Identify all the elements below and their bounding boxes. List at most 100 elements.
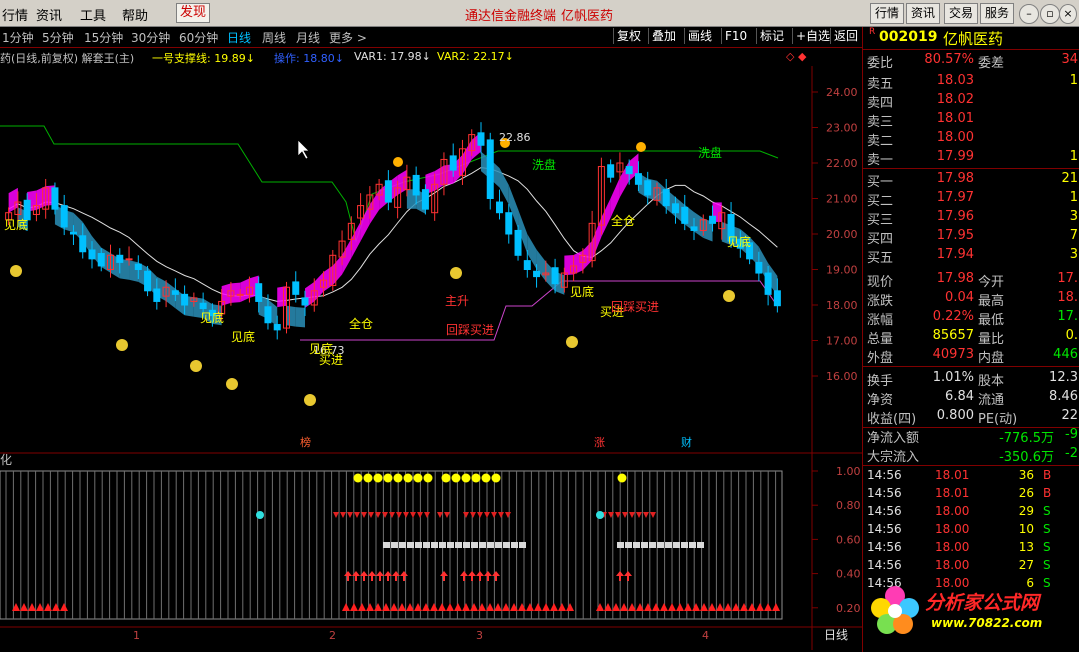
signal-block <box>503 542 510 548</box>
indicator-name: 药(日线,前复权) 解套王(主) <box>0 52 135 65</box>
order-book-row[interactable]: 卖三 18.01 <box>863 111 1079 130</box>
candle-body <box>449 155 457 171</box>
back-button[interactable]: 返回 <box>830 28 861 44</box>
flow-tail: -2 <box>1065 446 1078 461</box>
order-book-row[interactable]: 买三 17.96 3 <box>863 209 1079 228</box>
candle-body <box>236 293 244 296</box>
signal-block <box>487 542 494 548</box>
mark-cai[interactable]: 财 <box>681 435 692 449</box>
flow-tail: -9 <box>1065 427 1078 442</box>
signal-triangle <box>652 603 660 611</box>
candle-body <box>644 180 652 196</box>
signal-arrow <box>368 571 376 581</box>
top-service-button[interactable]: 服务 <box>980 3 1015 24</box>
f10-button[interactable]: F10 <box>721 28 750 44</box>
signal-dot <box>423 473 433 483</box>
signal-dot <box>373 473 383 483</box>
runner-icon <box>636 142 646 152</box>
tick-time: 14:56 <box>867 486 902 500</box>
top-quotes-button[interactable]: 行情 <box>870 3 905 24</box>
period-weekly[interactable]: 周线 <box>262 29 286 46</box>
trend-bands <box>8 132 778 328</box>
signal-block <box>665 542 672 548</box>
quote-label: 外盘 <box>867 351 894 366</box>
signal-heart <box>389 512 395 518</box>
mouse-cursor-icon <box>297 139 310 160</box>
order-book-row[interactable]: 卖五 18.03 1 <box>863 73 1079 92</box>
draw-line-button[interactable]: 画线 <box>684 28 715 44</box>
period-60min[interactable]: 60分钟 <box>179 29 218 46</box>
candle-body <box>496 201 504 214</box>
signal-triangle <box>60 603 68 611</box>
add-watchlist-button[interactable]: +自选 <box>792 28 833 44</box>
candle-body <box>607 164 615 178</box>
money-bag-icon <box>10 265 22 277</box>
mark-zhang[interactable]: 涨 <box>594 436 605 449</box>
signal-triangle <box>342 603 350 611</box>
period-monthly[interactable]: 月线 <box>296 29 320 46</box>
order-book-row[interactable]: 卖二 18.00 <box>863 130 1079 149</box>
period-more[interactable]: 更多 > <box>329 29 367 46</box>
order-volume: 3 <box>1069 247 1078 262</box>
menu-quotes[interactable]: 行情 <box>2 5 28 24</box>
adjust-button[interactable]: 复权 <box>613 28 644 44</box>
candle-body <box>551 267 559 285</box>
signal-block <box>391 542 398 548</box>
order-book-row[interactable]: 买二 17.97 1 <box>863 190 1079 209</box>
quote-label: 总量 <box>867 332 894 347</box>
band-segment <box>36 186 46 211</box>
order-book-row[interactable]: 买五 17.94 3 <box>863 247 1079 266</box>
mark-bang[interactable]: 榜 <box>300 435 311 449</box>
menu-help[interactable]: 帮助 <box>122 5 148 24</box>
menu-news[interactable]: 资讯 <box>36 5 62 24</box>
period-5min[interactable]: 5分钟 <box>42 29 74 46</box>
order-level-label: 卖四 <box>867 96 894 111</box>
order-book-row[interactable]: 买四 17.95 7 <box>863 228 1079 247</box>
menu-discover[interactable]: 发现 <box>176 3 211 23</box>
band-segment <box>230 282 241 303</box>
candle-body <box>292 281 300 295</box>
fund-flow-row: 大宗流入 -350.6万 -2 <box>863 446 1079 466</box>
signal-triangle <box>764 603 772 611</box>
tick-side: B <box>1043 468 1052 482</box>
period-bar: 1分钟 5分钟 15分钟 30分钟 60分钟 日线 周线 月线 更多 > 复权 … <box>0 27 862 48</box>
band-segment <box>166 281 176 309</box>
period-30min[interactable]: 30分钟 <box>131 29 170 46</box>
quote-row: 总量 85657 量比 0. <box>863 328 1079 347</box>
order-book-row[interactable]: 卖四 18.02 <box>863 92 1079 111</box>
signal-heart <box>333 512 339 518</box>
chart-settings-icon[interactable]: ◇ ◆ <box>786 50 806 63</box>
order-book-row[interactable]: 买一 17.98 21 <box>863 171 1079 190</box>
quote-value: 17.98 <box>936 271 974 286</box>
order-level-label: 卖二 <box>867 134 894 149</box>
candle-body <box>88 249 96 260</box>
signal-triangle <box>430 603 438 611</box>
period-15min[interactable]: 15分钟 <box>84 29 123 46</box>
period-daily[interactable]: 日线 <box>227 29 251 46</box>
top-trade-button[interactable]: 交易 <box>944 3 979 24</box>
kline-chart[interactable]: 24.0023.0022.0021.0020.0019.0018.0017.00… <box>0 66 862 652</box>
signal-block <box>673 542 680 548</box>
order-volume: 21 <box>1061 171 1078 186</box>
signal-dot <box>461 473 471 483</box>
top-news-button[interactable]: 资讯 <box>906 3 941 24</box>
period-1min[interactable]: 1分钟 <box>2 29 34 46</box>
signal-arrow <box>392 571 400 581</box>
order-price: 17.96 <box>936 209 974 224</box>
signal-arrow <box>492 571 500 581</box>
close-icon[interactable]: × <box>1059 4 1077 24</box>
signal-triangle <box>660 603 668 611</box>
signal-dot <box>363 473 373 483</box>
overlay-button[interactable]: 叠加 <box>648 28 679 44</box>
mark-button[interactable]: 标记 <box>756 28 787 44</box>
quote-label-2: 今开 <box>978 275 1005 290</box>
order-book-row[interactable]: 卖一 17.99 1 <box>863 149 1079 169</box>
minimize-icon[interactable]: – <box>1019 4 1039 24</box>
quote-label-2: PE(动) <box>978 412 1018 427</box>
menu-tools[interactable]: 工具 <box>80 5 106 24</box>
restore-icon[interactable]: ▫ <box>1040 4 1060 24</box>
sub-tick-label: 0.80 <box>836 499 861 512</box>
date-axis-period[interactable]: 日线 <box>824 628 848 642</box>
order-level-label: 买五 <box>867 251 894 266</box>
order-volume: 7 <box>1069 228 1078 243</box>
